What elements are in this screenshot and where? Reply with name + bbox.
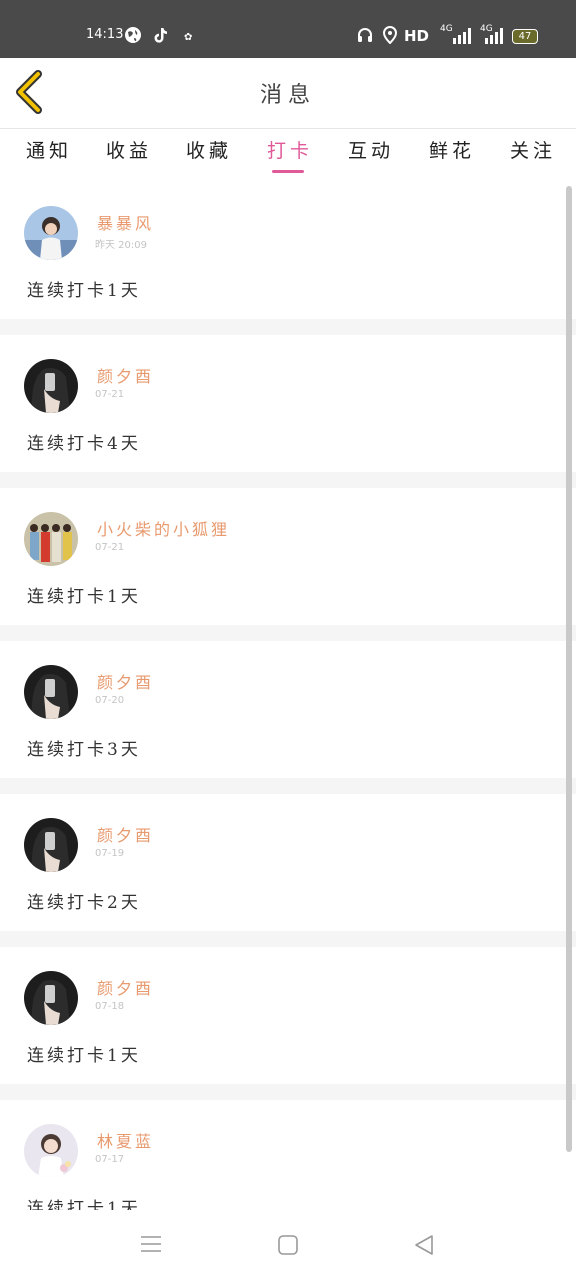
phone-selfie-avatar (24, 971, 78, 1025)
message-date: 07-19 (95, 848, 125, 859)
headphones-icon (356, 26, 374, 48)
boy-avatar (24, 206, 78, 260)
list-item[interactable]: 颜夕酉 07-20 连续打卡3天 (0, 641, 576, 778)
divider (0, 931, 576, 947)
avatar[interactable] (24, 665, 78, 719)
message-date: 07-21 (95, 389, 125, 400)
avatar[interactable] (24, 1124, 78, 1178)
avatar[interactable] (24, 359, 78, 413)
tab-notifications[interactable]: 通知 (26, 136, 72, 163)
tab-earnings[interactable]: 收益 (106, 136, 152, 163)
menu-icon[interactable] (140, 1234, 162, 1254)
phone-selfie-avatar (24, 359, 78, 413)
username: 林夏蓝 (97, 1132, 155, 1151)
username: 小火柴的小狐狸 (97, 520, 231, 539)
message-text: 连续打卡1天 (27, 1046, 141, 1066)
battery-icon: 47 (512, 29, 538, 44)
tab-following[interactable]: 关注 (510, 136, 556, 163)
list-item[interactable]: 暴暴风 昨天 20:09 连续打卡1天 (0, 182, 576, 319)
list-item[interactable]: 小火柴的小狐狸 07-21 连续打卡1天 (0, 488, 576, 625)
phone-selfie-avatar (24, 818, 78, 872)
message-list[interactable]: 暴暴风 昨天 20:09 连续打卡1天 颜夕酉 07-21 连续打卡4天 小火柴… (0, 182, 576, 1210)
list-item[interactable]: 颜夕酉 07-21 连续打卡4天 (0, 335, 576, 472)
tab-interaction[interactable]: 互动 (348, 136, 394, 163)
username: 颜夕酉 (97, 367, 155, 386)
app-header: 消息 (0, 58, 576, 129)
scrollbar[interactable] (566, 186, 572, 1152)
girl-avatar (24, 1124, 78, 1178)
username: 颜夕酉 (97, 979, 155, 998)
back-icon[interactable] (413, 1234, 435, 1256)
notification-icon: ✿ (184, 32, 193, 43)
avatar[interactable] (24, 818, 78, 872)
network-4g-1: 4G (440, 24, 453, 34)
globe-icon (124, 26, 142, 48)
tab-favorites[interactable]: 收藏 (186, 136, 232, 163)
system-nav-bar (0, 1210, 576, 1280)
message-date: 昨天 20:09 (95, 240, 147, 251)
message-text: 连续打卡1天 (27, 281, 141, 301)
username: 颜夕酉 (97, 673, 155, 692)
avatar[interactable] (24, 971, 78, 1025)
message-text: 连续打卡2天 (27, 893, 141, 913)
home-icon[interactable] (277, 1234, 299, 1256)
divider (0, 319, 576, 335)
status-bar: 14:13 ✿ HD 4G 4G 47 (0, 0, 576, 58)
divider (0, 1084, 576, 1100)
message-date: 07-20 (95, 695, 125, 706)
message-text: 连续打卡3天 (27, 740, 141, 760)
hd-indicator: HD (404, 27, 430, 45)
tiktok-icon (152, 26, 170, 48)
list-item[interactable]: 颜夕酉 07-18 连续打卡1天 (0, 947, 576, 1084)
signal-icon (485, 28, 503, 44)
divider (0, 625, 576, 641)
avatar[interactable] (24, 512, 78, 566)
username: 暴暴风 (97, 214, 155, 233)
phone-selfie-avatar (24, 665, 78, 719)
divider (0, 472, 576, 488)
message-date: 07-17 (95, 1154, 125, 1165)
status-time: 14:13 (86, 27, 124, 42)
tab-bar: 通知 收益 收藏 打卡 互动 鲜花 关注 (0, 130, 576, 178)
location-icon (382, 25, 398, 48)
avatar[interactable] (24, 206, 78, 260)
page-title: 消息 (259, 83, 316, 108)
message-date: 07-21 (95, 542, 125, 553)
list-item[interactable]: 颜夕酉 07-19 连续打卡2天 (0, 794, 576, 931)
message-text: 连续打卡1天 (27, 1199, 141, 1210)
group-photo-avatar (24, 512, 78, 566)
active-tab-indicator (272, 170, 304, 173)
username: 颜夕酉 (97, 826, 155, 845)
tab-flowers[interactable]: 鲜花 (429, 136, 475, 163)
tab-checkin[interactable]: 打卡 (267, 136, 313, 163)
message-text: 连续打卡1天 (27, 587, 141, 607)
message-date: 07-18 (95, 1001, 125, 1012)
signal-icon (453, 28, 471, 44)
divider (0, 778, 576, 794)
list-item[interactable]: 林夏蓝 07-17 连续打卡1天 (0, 1100, 576, 1210)
message-text: 连续打卡4天 (27, 434, 141, 454)
